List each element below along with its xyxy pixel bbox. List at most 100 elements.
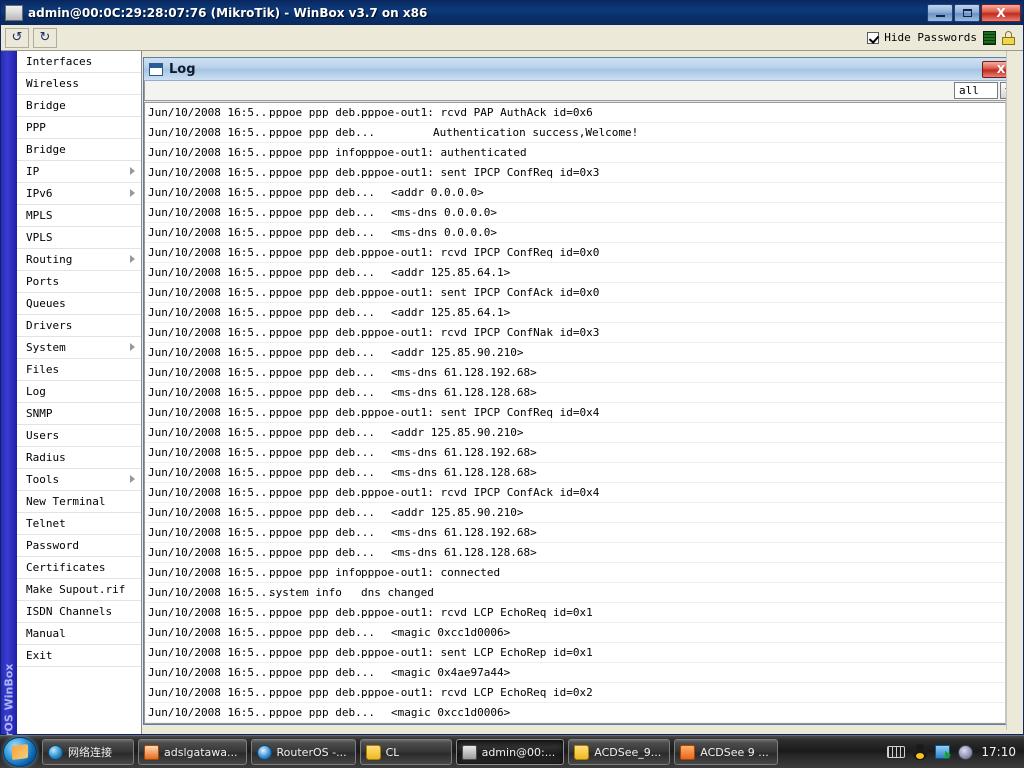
taskbar-button[interactable]: ACDSee_9... bbox=[568, 739, 671, 765]
close-button[interactable]: X bbox=[981, 4, 1021, 22]
log-row[interactable]: Jun/10/2008 16:5...pppoe ppp deb...pppoe… bbox=[145, 403, 1005, 423]
log-row[interactable]: Jun/10/2008 16:5... pppoe ppp info pppoe-o… bbox=[145, 563, 1005, 583]
log-row[interactable]: Jun/10/2008 16:5... pppoe ppp deb... <magi… bbox=[145, 623, 1005, 643]
taskbar-button[interactable]: ACDSee 9 ... bbox=[674, 739, 778, 765]
sidebar-item-files[interactable]: Files bbox=[17, 359, 141, 381]
log-row[interactable]: Jun/10/2008 16:5... pppoe ppp deb... <ms-d… bbox=[145, 383, 1005, 403]
log-row[interactable]: Jun/10/2008 16:5... pppoe ppp deb... <ms-d… bbox=[145, 523, 1005, 543]
log-row[interactable]: Jun/10/2008 16:5... pppoe ppp deb... <ms-d… bbox=[145, 363, 1005, 383]
log-topic-cell: pppoe ppp deb... bbox=[269, 686, 375, 699]
log-row[interactable]: Jun/10/2008 16:5... pppoe ppp deb... <addr… bbox=[145, 503, 1005, 523]
sidebar-item-queues[interactable]: Queues bbox=[17, 293, 141, 315]
log-row[interactable]: Jun/10/2008 16:5... pppoe ppp deb... <addr… bbox=[145, 263, 1005, 283]
workspace-horizontal-scrollbar[interactable] bbox=[142, 730, 1023, 734]
undo-button[interactable]: ↺ bbox=[5, 27, 29, 48]
sidebar-item-ip[interactable]: IP bbox=[17, 161, 141, 183]
sidebar-item-drivers[interactable]: Drivers bbox=[17, 315, 141, 337]
log-row[interactable]: Jun/10/2008 16:5... system info dns change… bbox=[145, 583, 1005, 603]
minimize-button[interactable] bbox=[927, 4, 953, 22]
sidebar-item-ports[interactable]: Ports bbox=[17, 271, 141, 293]
sidebar-item-isdn-channels[interactable]: ISDN Channels bbox=[17, 601, 141, 623]
network-icon[interactable] bbox=[935, 745, 952, 759]
volume-icon[interactable] bbox=[958, 744, 974, 760]
log-row[interactable]: Jun/10/2008 16:5...pppoe ppp deb...pppoe… bbox=[145, 283, 1005, 303]
log-row[interactable]: Jun/10/2008 16:5... pppoe ppp deb... <addr… bbox=[145, 183, 1005, 203]
session-stack-icon[interactable] bbox=[983, 30, 996, 45]
log-row[interactable]: Jun/10/2008 16:5... pppoe ppp deb... <magi… bbox=[145, 663, 1005, 683]
taskbar-button[interactable]: CL bbox=[359, 739, 452, 765]
log-row[interactable]: Jun/10/2008 16:5... pppoe ppp deb... <magi… bbox=[145, 703, 1005, 723]
sidebar-item-users[interactable]: Users bbox=[17, 425, 141, 447]
sidebar-item-vpls[interactable]: VPLS bbox=[17, 227, 141, 249]
taskbar-button[interactable]: admin@00:... bbox=[455, 739, 565, 765]
log-row[interactable]: Jun/10/2008 16:5... pppoe ppp deb... <ms-d… bbox=[145, 443, 1005, 463]
log-filter-select[interactable]: all bbox=[954, 82, 998, 99]
sidebar-item-radius[interactable]: Radius bbox=[17, 447, 141, 469]
log-row[interactable]: Jun/10/2008 16:5...pppoe ppp deb...pppoe… bbox=[145, 243, 1005, 263]
sidebar-item-mpls[interactable]: MPLS bbox=[17, 205, 141, 227]
folder-icon bbox=[365, 744, 381, 760]
log-row[interactable]: Jun/10/2008 16:5... pppoe ppp deb... <ms-d… bbox=[145, 543, 1005, 563]
sidebar-item-ppp[interactable]: PPP bbox=[17, 117, 141, 139]
taskbar-button[interactable]: 网络连接 bbox=[42, 739, 134, 765]
log-grid[interactable]: Jun/10/2008 16:5... pppoe ppp deb... pppoe… bbox=[144, 102, 1005, 724]
log-row[interactable]: Jun/10/2008 16:5...pppoe ppp deb...pppoe… bbox=[145, 723, 1005, 724]
log-topic-cell: pppoe ppp deb... bbox=[269, 426, 375, 439]
sidebar-item-label: Ports bbox=[26, 275, 60, 288]
log-row[interactable]: Jun/10/2008 16:5... pppoe ppp deb... <ms-d… bbox=[145, 463, 1005, 483]
log-time-cell: Jun/10/2008 16:5... bbox=[148, 686, 274, 699]
sidebar-item-make-supout-rif[interactable]: Make Supout.rif bbox=[17, 579, 141, 601]
log-row[interactable]: Jun/10/2008 16:5...pppoe ppp deb...pppoe… bbox=[145, 603, 1005, 623]
sidebar-item-system[interactable]: System bbox=[17, 337, 141, 359]
sidebar-item-label: Files bbox=[26, 363, 60, 376]
padlock-icon[interactable] bbox=[1002, 30, 1015, 45]
taskbar-button[interactable]: RouterOS -... bbox=[250, 739, 356, 765]
sidebar-item-certificates[interactable]: Certificates bbox=[17, 557, 141, 579]
sidebar-item-label: System bbox=[26, 341, 66, 354]
taskbar: 网络连接 adslgatawa... RouterOS -... CL admin@00… bbox=[0, 735, 1024, 768]
start-button[interactable] bbox=[3, 737, 37, 767]
log-row[interactable]: Jun/10/2008 16:5... pppoe ppp deb... <addr… bbox=[145, 303, 1005, 323]
log-row[interactable]: Jun/10/2008 16:5... pppoe ppp deb... <ms-d… bbox=[145, 203, 1005, 223]
log-window-titlebar[interactable]: Log X bbox=[144, 58, 1022, 81]
log-row[interactable]: Jun/10/2008 16:5... pppoe ppp deb... <addr… bbox=[145, 423, 1005, 443]
sidebar-item-telnet[interactable]: Telnet bbox=[17, 513, 141, 535]
sidebar-item-bridge[interactable]: Bridge bbox=[17, 95, 141, 117]
penguin-icon[interactable] bbox=[913, 744, 928, 760]
log-row[interactable]: Jun/10/2008 16:5...pppoe ppp deb...pppoe… bbox=[145, 683, 1005, 703]
log-row[interactable]: Jun/10/2008 16:5...pppoe ppp deb...pppoe… bbox=[145, 643, 1005, 663]
sidebar-item-bridge[interactable]: Bridge bbox=[17, 139, 141, 161]
sidebar-item-routing[interactable]: Routing bbox=[17, 249, 141, 271]
log-message-cell: pppoe-out1: authenticated bbox=[361, 146, 527, 159]
log-row[interactable]: Jun/10/2008 16:5...pppoe ppp deb...pppoe… bbox=[145, 483, 1005, 503]
log-topic-cell: pppoe ppp deb... bbox=[269, 206, 375, 219]
log-row[interactable]: Jun/10/2008 16:5...pppoe ppp deb...pppoe… bbox=[145, 323, 1005, 343]
log-row[interactable]: Jun/10/2008 16:5... pppoe ppp info pppoe-o… bbox=[145, 143, 1005, 163]
log-topic-cell: pppoe ppp deb... bbox=[269, 366, 375, 379]
sidebar-item-exit[interactable]: Exit bbox=[17, 645, 141, 667]
window-titlebar[interactable]: admin@00:0C:29:28:07:76 (MikroTik) - Win… bbox=[1, 1, 1023, 25]
sidebar-item-interfaces[interactable]: Interfaces bbox=[17, 51, 141, 73]
hide-passwords-checkbox[interactable]: Hide Passwords bbox=[867, 31, 977, 44]
sidebar-item-wireless[interactable]: Wireless bbox=[17, 73, 141, 95]
log-row[interactable]: Jun/10/2008 16:5... pppoe ppp deb... <addr… bbox=[145, 343, 1005, 363]
taskbar-button[interactable]: adslgatawa... bbox=[138, 739, 247, 765]
sidebar-item-log[interactable]: Log bbox=[17, 381, 141, 403]
log-time-cell: Jun/10/2008 16:5... bbox=[148, 546, 274, 559]
log-row[interactable]: Jun/10/2008 16:5...pppoe ppp deb...pppoe… bbox=[145, 163, 1005, 183]
sidebar-item-snmp[interactable]: SNMP bbox=[17, 403, 141, 425]
sidebar-item-ipv6[interactable]: IPv6 bbox=[17, 183, 141, 205]
log-row[interactable]: Jun/10/2008 16:5... pppoe ppp deb... Authe… bbox=[145, 123, 1005, 143]
sidebar-item-password[interactable]: Password bbox=[17, 535, 141, 557]
maximize-button[interactable] bbox=[954, 4, 980, 22]
redo-button[interactable]: ↻ bbox=[33, 27, 57, 48]
log-row[interactable]: Jun/10/2008 16:5... pppoe ppp deb... <ms-d… bbox=[145, 223, 1005, 243]
sidebar-item-new-terminal[interactable]: New Terminal bbox=[17, 491, 141, 513]
clock[interactable]: 17:10 bbox=[981, 745, 1016, 759]
log-row[interactable]: Jun/10/2008 16:5...pppoe ppp deb...pppoe… bbox=[145, 103, 1005, 123]
log-time-cell: Jun/10/2008 16:5... bbox=[148, 366, 274, 379]
keyboard-icon[interactable] bbox=[887, 746, 906, 758]
sidebar-item-tools[interactable]: Tools bbox=[17, 469, 141, 491]
sidebar-item-manual[interactable]: Manual bbox=[17, 623, 141, 645]
workspace-vertical-scrollbar[interactable] bbox=[1006, 51, 1023, 734]
